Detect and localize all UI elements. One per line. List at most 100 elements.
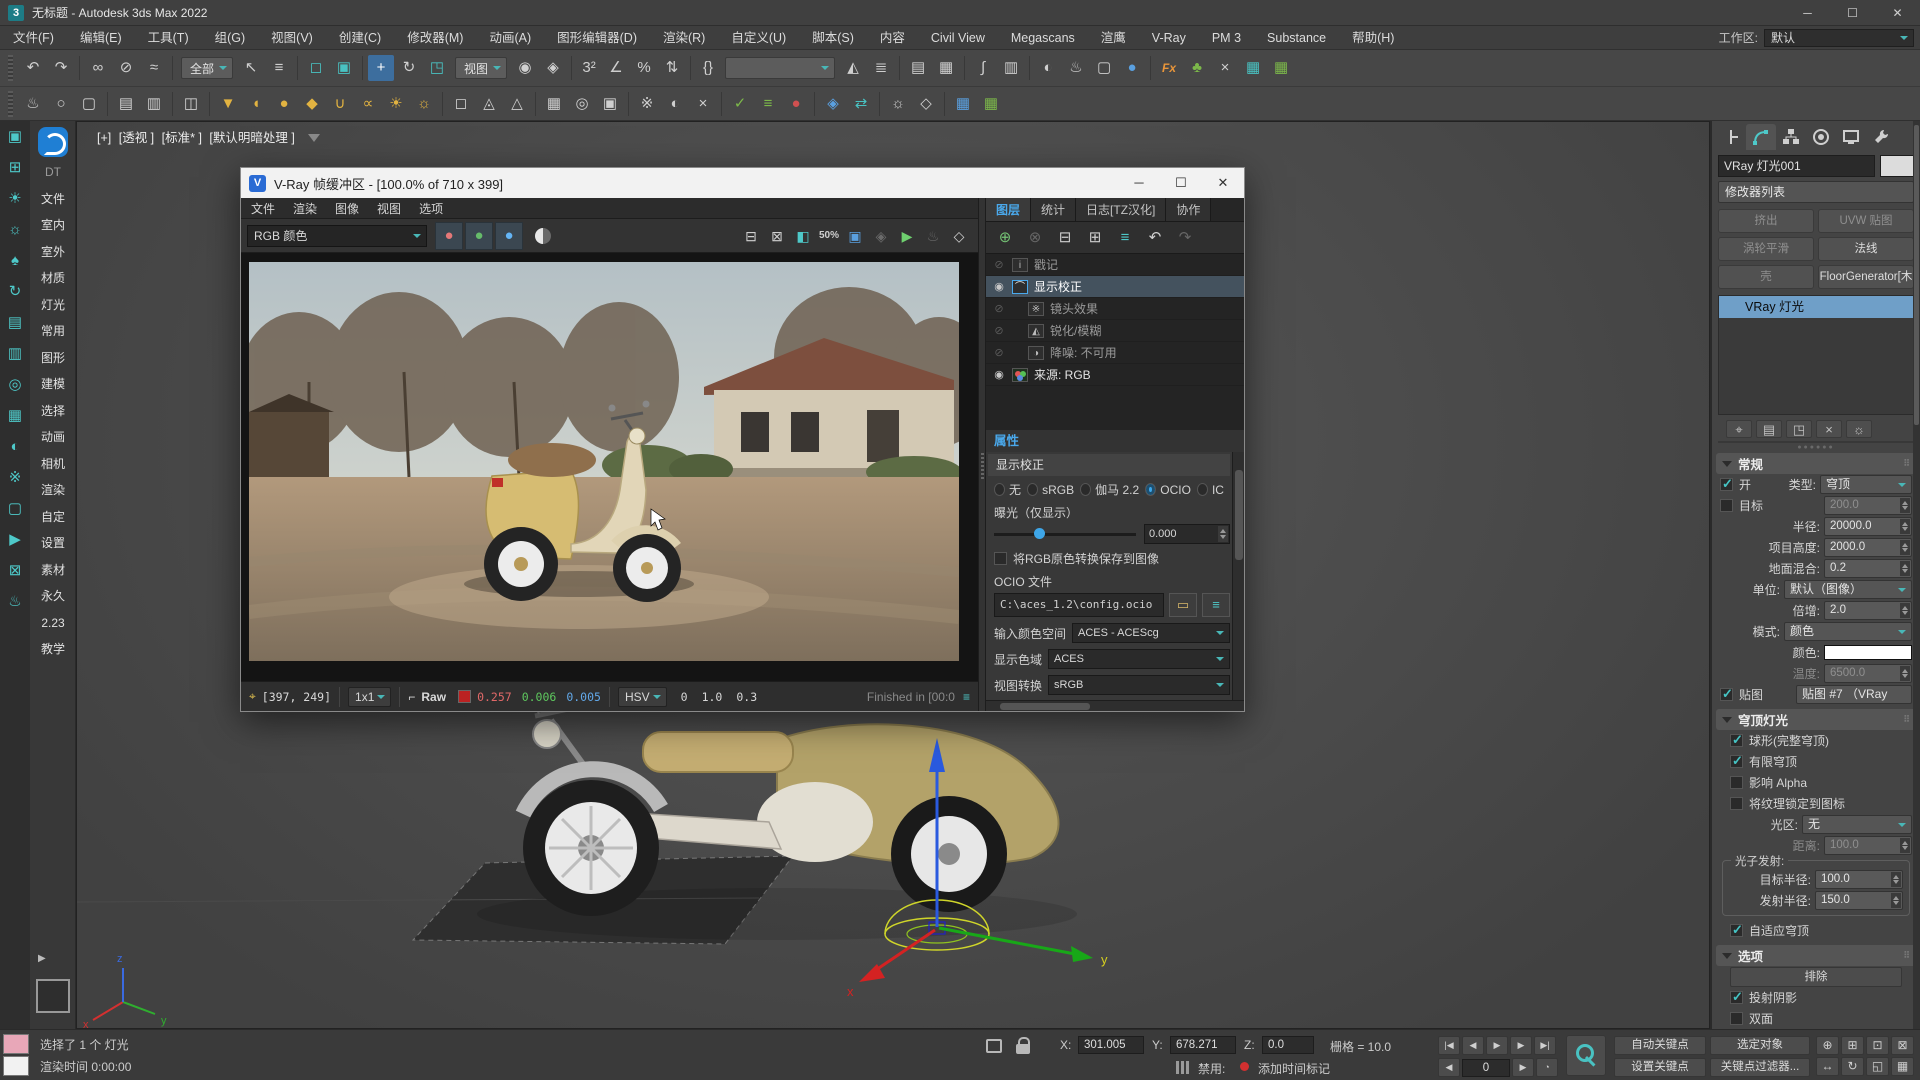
pan-icon[interactable]: ↔ <box>1816 1057 1839 1076</box>
maxscript-mini-listener-macro[interactable] <box>3 1034 29 1054</box>
render-last-icon[interactable]: ▶ <box>894 224 920 248</box>
maxscript-mini-listener[interactable] <box>3 1056 29 1076</box>
light-color-swatch[interactable] <box>1824 645 1912 660</box>
zoom-region-icon[interactable]: ◱ <box>1866 1057 1889 1076</box>
affect-alpha-checkbox[interactable] <box>1730 776 1743 789</box>
layer-lens-effects[interactable]: ⊘ ※ 镜头效果 <box>986 298 1244 320</box>
render-icon[interactable]: ◇ <box>946 224 972 248</box>
sidebar-item-animation[interactable]: 动画 <box>30 424 76 451</box>
rollout-drag-handle[interactable]: ●●●●●● <box>1716 445 1916 453</box>
go-to-end-button[interactable]: ▶| <box>1534 1036 1556 1055</box>
curve-editor-icon[interactable]: ∫ <box>970 55 996 81</box>
vfb-title-bar[interactable]: V V-Ray 帧缓冲区 - [100.0% of 710 x 399] ─ ☐… <box>241 168 1244 198</box>
reference-coordinate-dropdown[interactable]: 视图 <box>455 57 507 79</box>
layer-explorer-icon[interactable]: ▦ <box>933 55 959 81</box>
layer-list-icon[interactable]: ≡ <box>1110 225 1140 251</box>
browse-folder-icon[interactable]: ▭ <box>1169 593 1197 617</box>
sphere-light-icon[interactable]: ● <box>271 91 297 117</box>
undo-icon[interactable]: ↶ <box>20 55 46 81</box>
layer-denoise[interactable]: ⊘ ◑ 降噪: 不可用 <box>986 342 1244 364</box>
dome-light-icon[interactable]: ◖ <box>243 91 269 117</box>
menu-renderhawk[interactable]: 渲鹰 <box>1088 26 1139 50</box>
set-key-big-button[interactable] <box>1566 1035 1606 1076</box>
display-gamut-dropdown[interactable]: ACES <box>1048 649 1230 669</box>
toolbar-grip[interactable] <box>8 91 13 117</box>
mode-dropdown[interactable]: 颜色 <box>1784 622 1912 641</box>
layers-icon[interactable]: ▦ <box>0 400 30 431</box>
ocio-path-field[interactable]: C:\aces_1.2\config.ocio <box>994 593 1164 617</box>
modifier-stack[interactable]: VRay 灯光 <box>1718 295 1914 415</box>
play-button[interactable]: ▶ <box>1486 1036 1508 1055</box>
sidebar-item-interior[interactable]: 室内 <box>30 212 76 239</box>
current-frame-field[interactable]: 0 <box>1462 1059 1510 1077</box>
target-checkbox[interactable] <box>1720 499 1733 512</box>
input-colorspace-dropdown[interactable]: ACES - ACEScg <box>1072 623 1230 643</box>
units-dropdown[interactable]: 默认（图像） <box>1784 580 1912 599</box>
toolbar-grip[interactable] <box>8 55 13 81</box>
next-frame-button[interactable]: ▶ <box>1510 1036 1532 1055</box>
frame-forward-button[interactable]: ▶ <box>1512 1058 1534 1077</box>
uvw-map-button[interactable]: UVW 贴图 <box>1818 209 1914 233</box>
menu-create[interactable]: 创建(C) <box>326 26 394 50</box>
vfb-maximize-button[interactable]: ☐ <box>1160 168 1202 198</box>
channel-dropdown[interactable]: RGB 颜色 <box>247 225 427 247</box>
sidebar-item-custom[interactable]: 自定 <box>30 504 76 531</box>
select-object-icon[interactable]: ↖ <box>238 55 264 81</box>
light-zone-dropdown[interactable]: 无 <box>1802 815 1912 834</box>
exposure-value[interactable]: 0.000 <box>1144 524 1230 544</box>
sun-icon[interactable]: ☼ <box>0 214 30 245</box>
vfb-menu-render[interactable]: 渲染 <box>293 200 317 217</box>
render-production-icon[interactable]: ● <box>1119 55 1145 81</box>
menu-pm3[interactable]: PM 3 <box>1199 26 1254 50</box>
menu-content[interactable]: 内容 <box>867 26 918 50</box>
hsv-dropdown[interactable]: HSV <box>618 687 667 707</box>
swap-arrows-icon[interactable]: ⇄ <box>848 91 874 117</box>
tab-hierarchy[interactable] <box>1776 124 1806 150</box>
shell-button[interactable]: 壳 <box>1718 265 1814 289</box>
layer-redo-icon[interactable]: ↷ <box>1170 225 1200 251</box>
spherical-checkbox[interactable] <box>1730 734 1743 747</box>
sidebar-panel-toggle[interactable] <box>36 979 70 1013</box>
sidebar-item-permanent[interactable]: 永久 <box>30 583 76 610</box>
dope-sheet-icon[interactable]: ▥ <box>998 55 1024 81</box>
go-to-start-button[interactable]: |◀ <box>1438 1036 1460 1055</box>
texture-map-button[interactable]: 贴图 #7 （VRay <box>1796 685 1912 704</box>
rollout-options-header[interactable]: 选项⠿ <box>1716 945 1916 966</box>
lock-texture-checkbox[interactable] <box>1730 797 1743 810</box>
blue-channel-toggle[interactable]: ● <box>495 222 523 250</box>
check-tree-icon[interactable]: ✓ <box>727 91 753 117</box>
camera-icon[interactable]: ▣ <box>0 121 30 152</box>
camera-icon[interactable]: ▣ <box>597 91 623 117</box>
tab-collaborate[interactable]: 协作 <box>1166 198 1211 221</box>
texture-checkbox[interactable] <box>1720 688 1733 701</box>
curve-mode-icon[interactable]: ⌐ <box>408 690 415 704</box>
cast-shadows-checkbox[interactable] <box>1730 991 1743 1004</box>
frame-back-button[interactable]: ◀ <box>1438 1058 1460 1077</box>
log-list-icon[interactable]: ≡ <box>963 690 970 704</box>
tab-motion[interactable] <box>1806 124 1836 150</box>
fx-icon[interactable]: Fx <box>1156 55 1182 81</box>
radio-srgb[interactable] <box>1027 483 1038 496</box>
pin-stack-icon[interactable]: ⌖ <box>1726 420 1752 438</box>
eye-off-icon[interactable]: ⊘ <box>986 324 1012 337</box>
zoom-extents-all-icon[interactable]: ⊠ <box>1891 1036 1914 1055</box>
tab-modify[interactable] <box>1746 124 1776 150</box>
distance-field[interactable]: 100.0 <box>1824 836 1912 855</box>
radio-icc[interactable] <box>1197 483 1208 496</box>
red-channel-toggle[interactable]: ● <box>435 222 463 250</box>
green-channel-toggle[interactable]: ● <box>465 222 493 250</box>
stop-render-icon[interactable]: ♨ <box>920 224 946 248</box>
snowflake-icon[interactable]: ※ <box>634 91 660 117</box>
key-filters-button[interactable]: 关键点过滤器... <box>1710 1058 1810 1077</box>
alpha-channel-toggle[interactable] <box>535 228 551 244</box>
radius-field[interactable]: 20000.0 <box>1824 517 1912 536</box>
sun-light-icon[interactable]: ☀ <box>383 91 409 117</box>
region-render-icon[interactable]: ◧ <box>790 224 816 248</box>
tab-layers[interactable]: 图层 <box>986 198 1031 221</box>
adaptive-dome-checkbox[interactable] <box>1730 924 1743 937</box>
type-dropdown[interactable]: 穹顶 <box>1820 475 1912 494</box>
vfb-minimize-button[interactable]: ─ <box>1118 168 1160 198</box>
half-sphere-icon[interactable]: ◐ <box>662 91 688 117</box>
panel-hscrollbar[interactable] <box>986 700 1244 711</box>
grid-blue-icon[interactable]: ▦ <box>950 91 976 117</box>
